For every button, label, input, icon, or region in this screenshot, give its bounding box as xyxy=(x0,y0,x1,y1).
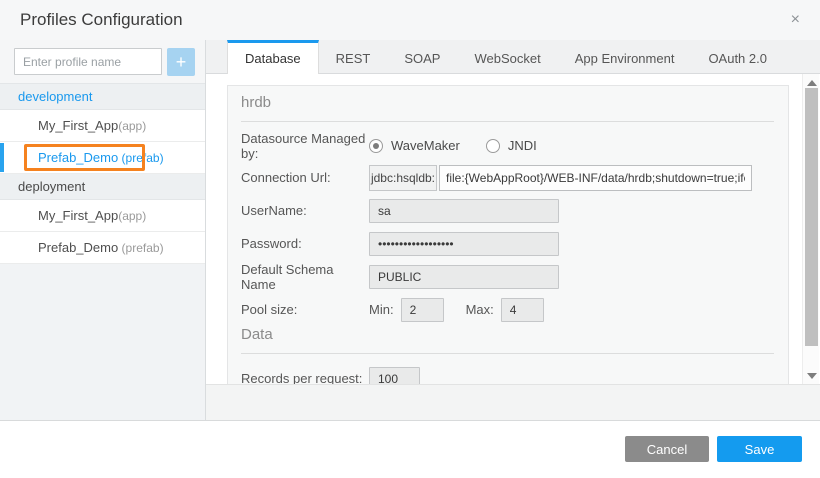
tab-oauth[interactable]: OAuth 2.0 xyxy=(691,40,784,73)
add-profile-button[interactable]: + xyxy=(167,48,195,76)
selected-indicator-bar xyxy=(0,143,4,172)
pool-size-label: Pool size: xyxy=(241,302,369,317)
username-input[interactable] xyxy=(369,199,559,223)
datasource-label: Datasource Managed by: xyxy=(241,131,369,161)
connection-url-row: Connection Url: jdbc:hsqldb: xyxy=(241,161,774,194)
radio-wavemaker-icon[interactable] xyxy=(369,139,383,153)
save-button[interactable]: Save xyxy=(717,436,802,462)
pool-size-row: Pool size: Min: Max: xyxy=(241,293,774,326)
sidebar-item-prefab-demo-deploy[interactable]: Prefab_Demo (prefab) xyxy=(0,232,205,264)
profile-search-row: + xyxy=(0,40,205,84)
profile-detail-panel: Database REST SOAP WebSocket App Environ… xyxy=(206,40,820,420)
password-input[interactable] xyxy=(369,232,559,256)
tab-soap[interactable]: SOAP xyxy=(387,40,457,73)
scroll-down-icon[interactable] xyxy=(807,373,817,379)
dialog-header: Profiles Configuration × xyxy=(0,0,820,40)
tab-app-environment[interactable]: App Environment xyxy=(558,40,692,73)
sidebar-item-my-first-app-deploy[interactable]: My_First_App(app) xyxy=(0,200,205,232)
pool-max-label: Max: xyxy=(466,302,494,317)
sidebar-item-prefab-demo-dev[interactable]: Prefab_Demo (prefab) xyxy=(0,142,205,174)
sidebar-item-my-first-app-dev[interactable]: My_First_App(app) xyxy=(0,110,205,142)
radio-option-jndi[interactable]: JNDI xyxy=(486,138,537,153)
profiles-sidebar: + development My_First_App(app) Prefab_D… xyxy=(0,40,206,420)
password-row: Password: xyxy=(241,227,774,260)
dialog-title: Profiles Configuration xyxy=(20,10,787,30)
profile-item-label: Prefab_Demo xyxy=(38,240,118,255)
profile-item-label: My_First_App xyxy=(38,118,118,133)
section-divider xyxy=(241,353,774,354)
vertical-scrollbar[interactable] xyxy=(802,74,819,385)
password-label: Password: xyxy=(241,236,369,251)
profile-item-label: Prefab_Demo xyxy=(38,150,118,165)
tab-rest[interactable]: REST xyxy=(319,40,388,73)
profile-item-type: (prefab) xyxy=(118,151,163,165)
profile-item-type: (app) xyxy=(118,209,146,223)
scroll-up-icon[interactable] xyxy=(807,80,817,86)
datasource-row: Datasource Managed by: WaveMaker JNDI xyxy=(241,130,774,161)
horizontal-scroll-track[interactable] xyxy=(206,384,820,420)
username-label: UserName: xyxy=(241,203,369,218)
service-tabbar: Database REST SOAP WebSocket App Environ… xyxy=(206,40,820,74)
radio-jndi-label: JNDI xyxy=(508,138,537,153)
schema-label: Default Schema Name xyxy=(241,262,369,292)
radio-jndi-icon[interactable] xyxy=(486,139,500,153)
schema-input[interactable] xyxy=(369,265,559,289)
sidebar-empty-area xyxy=(0,264,205,420)
jdbc-prefix-box: jdbc:hsqldb: xyxy=(369,165,437,191)
profiles-configuration-dialog: Profiles Configuration × + development M… xyxy=(0,0,820,478)
profile-name-input[interactable] xyxy=(14,48,162,75)
sidebar-group-development[interactable]: development xyxy=(0,84,205,110)
tab-websocket[interactable]: WebSocket xyxy=(457,40,557,73)
tab-content: hrdb Datasource Managed by: WaveMaker JN… xyxy=(206,74,820,420)
sidebar-group-deployment[interactable]: deployment xyxy=(0,174,205,200)
dialog-body: + development My_First_App(app) Prefab_D… xyxy=(0,40,820,421)
pool-max-input[interactable] xyxy=(501,298,544,322)
profile-item-type: (prefab) xyxy=(118,241,163,255)
radio-option-wavemaker[interactable]: WaveMaker xyxy=(369,138,460,153)
datasource-radio-group: WaveMaker JNDI xyxy=(369,138,537,153)
connection-url-label: Connection Url: xyxy=(241,170,369,185)
radio-wavemaker-label: WaveMaker xyxy=(391,138,460,153)
data-section-title: Data xyxy=(241,326,774,347)
pool-min-label: Min: xyxy=(369,302,394,317)
pool-min-input[interactable] xyxy=(401,298,444,322)
connection-url-input[interactable] xyxy=(439,165,752,191)
scrollbar-thumb[interactable] xyxy=(805,88,818,346)
database-config-card: hrdb Datasource Managed by: WaveMaker JN… xyxy=(227,85,789,385)
section-divider xyxy=(241,121,774,122)
profile-item-type: (app) xyxy=(118,119,146,133)
db-section-title: hrdb xyxy=(241,94,774,115)
profile-item-label: My_First_App xyxy=(38,208,118,223)
close-icon[interactable]: × xyxy=(787,10,804,30)
dialog-footer: Cancel Save xyxy=(0,421,820,477)
username-row: UserName: xyxy=(241,194,774,227)
cancel-button[interactable]: Cancel xyxy=(625,436,709,462)
tab-database[interactable]: Database xyxy=(227,40,319,74)
schema-row: Default Schema Name xyxy=(241,260,774,293)
